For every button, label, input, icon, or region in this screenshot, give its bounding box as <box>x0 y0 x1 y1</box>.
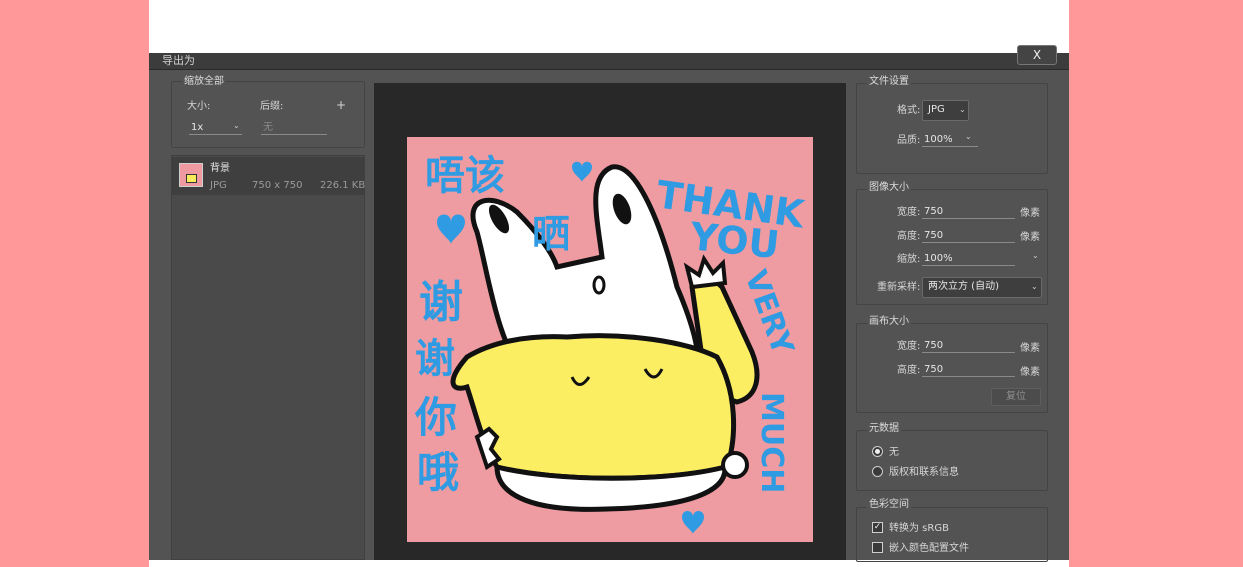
resample-chevron-down-icon: ⌄ <box>1031 282 1038 291</box>
convert-srgb-checkbox[interactable]: ✓ <box>872 522 883 533</box>
canvas-width-input[interactable]: 750 <box>922 340 1015 353</box>
canvas-height-label: 高度: <box>897 365 921 376</box>
thank-you-rabbit-illustration: 唔该 晒 THANK YOU VERY MUCH 谢 谢 你 哦 <box>414 153 808 534</box>
metadata-copyright-label: 版权和联系信息 <box>889 467 959 478</box>
art-text-ni: 你 <box>414 393 457 442</box>
resample-value: 两次立方 (自动) <box>928 281 999 292</box>
suffix-placeholder: 无 <box>263 122 273 133</box>
preview-image: 唔该 晒 THANK YOU VERY MUCH 谢 谢 你 哦 <box>407 137 813 542</box>
layer-row[interactable]: 背景 JPG 750 x 750 226.1 KB <box>172 157 366 195</box>
suffix-label: 后缀: <box>260 101 284 112</box>
layer-format: JPG <box>210 180 227 191</box>
layer-filesize: 226.1 KB <box>320 180 366 191</box>
scale-all-group <box>171 81 365 148</box>
image-size-title: 图像大小 <box>867 182 911 194</box>
metadata-group <box>856 430 1048 491</box>
rabbit-tail <box>721 451 749 479</box>
art-text-sai: 晒 <box>532 212 570 256</box>
art-text-xie-2: 谢 <box>415 336 455 382</box>
image-height-label: 高度: <box>897 231 921 242</box>
embed-profile-label: 嵌入颜色配置文件 <box>889 543 969 554</box>
quality-label: 品质: <box>897 135 921 146</box>
canvas-width-unit: 像素 <box>1020 343 1040 354</box>
dialog-title: 导出为 <box>162 54 195 67</box>
canvas-width-label: 宽度: <box>897 341 921 352</box>
image-height-unit: 像素 <box>1020 232 1040 243</box>
file-settings-title: 文件设置 <box>867 76 911 88</box>
resample-select[interactable]: 两次立方 (自动) <box>922 277 1042 298</box>
format-label: 格式: <box>897 105 921 116</box>
metadata-none-label: 无 <box>889 447 899 458</box>
art-text-xie-1: 谢 <box>419 277 463 328</box>
convert-srgb-label: 转换为 sRGB <box>889 523 949 534</box>
art-text-you: YOU <box>687 214 781 267</box>
size-value: 1x <box>191 122 204 133</box>
art-text-cantonese: 唔该 <box>425 153 505 199</box>
canvas-height-input[interactable]: 750 <box>922 364 1015 377</box>
heart-icon <box>572 161 592 182</box>
rabbit-hand <box>683 254 728 290</box>
image-width-input[interactable]: 750 <box>922 206 1015 219</box>
layer-thumbnail <box>179 163 203 187</box>
image-width-value: 750 <box>924 206 944 217</box>
file-settings-group <box>856 83 1048 174</box>
scale-all-title: 缩放全部 <box>182 76 226 88</box>
format-chevron-down-icon: ⌄ <box>959 105 966 114</box>
canvas-width-value: 750 <box>924 340 944 351</box>
preview-canvas[interactable]: 唔该 晒 THANK YOU VERY MUCH 谢 谢 你 哦 <box>374 83 846 560</box>
quality-value: 100% <box>924 134 953 145</box>
color-space-title: 色彩空间 <box>867 499 911 511</box>
layer-name: 背景 <box>210 163 230 174</box>
image-height-input[interactable]: 750 <box>922 230 1015 243</box>
dialog-titlebar: 导出为 <box>149 53 1069 70</box>
reset-button[interactable]: 复位 <box>991 388 1041 406</box>
suffix-input[interactable]: 无 <box>261 122 327 135</box>
canvas-size-title: 画布大小 <box>867 316 911 328</box>
layer-list: 背景 JPG 750 x 750 226.1 KB <box>171 155 365 560</box>
image-scale-label: 缩放: <box>897 254 921 265</box>
screenshot-frame: 导出为 X 缩放全部 大小: 后缀: + 1x ⌄ 无 背景 JPG 750 x… <box>149 0 1069 567</box>
size-label: 大小: <box>187 101 211 112</box>
image-scale-value: 100% <box>924 253 953 264</box>
heart-icon <box>437 214 465 244</box>
image-height-value: 750 <box>924 230 944 241</box>
size-chevron-down-icon: ⌄ <box>233 121 240 130</box>
scale-chevron-down-icon: ⌄ <box>1032 251 1039 260</box>
add-scale-button[interactable]: + <box>336 99 346 111</box>
heart-icon <box>682 511 704 534</box>
metadata-none-radio[interactable] <box>872 446 883 457</box>
canvas-height-unit: 像素 <box>1020 367 1040 378</box>
close-button[interactable]: X <box>1017 45 1057 65</box>
art-text-o: 哦 <box>417 448 459 497</box>
metadata-copyright-radio[interactable] <box>872 466 883 477</box>
image-scale-select[interactable]: 100% <box>922 253 1015 266</box>
export-as-dialog: 导出为 X 缩放全部 大小: 后缀: + 1x ⌄ 无 背景 JPG 750 x… <box>149 45 1069 562</box>
metadata-title: 元数据 <box>867 423 901 435</box>
format-value: JPG <box>928 104 945 115</box>
embed-profile-checkbox[interactable] <box>872 542 883 553</box>
image-width-label: 宽度: <box>897 207 921 218</box>
quality-chevron-down-icon: ⌄ <box>965 132 972 141</box>
canvas-height-value: 750 <box>924 364 944 375</box>
image-width-unit: 像素 <box>1020 208 1040 219</box>
resample-label: 重新采样: <box>877 282 921 293</box>
layer-dimensions: 750 x 750 <box>252 180 303 191</box>
art-text-much: MUCH <box>754 392 789 493</box>
